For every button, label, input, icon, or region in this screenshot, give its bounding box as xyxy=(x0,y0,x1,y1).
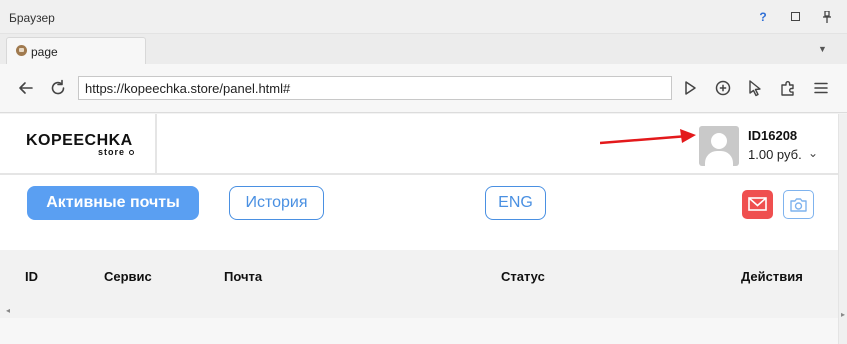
table-row xyxy=(0,318,838,344)
arrow-left-icon xyxy=(19,82,33,94)
help-button[interactable]: ? xyxy=(754,8,772,26)
menu-button[interactable] xyxy=(811,78,831,98)
table-header xyxy=(0,250,838,318)
cursor-icon xyxy=(749,80,761,97)
extensions-button[interactable] xyxy=(778,78,798,98)
add-circle-icon xyxy=(715,80,731,96)
pin-icon xyxy=(823,10,831,23)
camera-icon xyxy=(790,198,807,212)
column-header-id: ID xyxy=(25,269,38,284)
back-button[interactable] xyxy=(16,78,36,98)
balance-dropdown[interactable]: 1.00 руб. xyxy=(748,147,802,162)
nav-toolbar xyxy=(0,64,847,113)
mail-button[interactable] xyxy=(742,190,773,219)
maximize-button[interactable] xyxy=(786,8,804,26)
column-header-service: Сервис xyxy=(104,269,152,284)
pin-button[interactable] xyxy=(818,8,836,26)
mail-icon xyxy=(748,197,767,211)
puzzle-icon xyxy=(781,81,794,96)
column-header-status: Статус xyxy=(501,269,545,284)
play-button[interactable] xyxy=(680,78,700,98)
tab-menu-chevron-icon[interactable]: ▼ xyxy=(818,44,827,54)
user-id: ID16208 xyxy=(748,128,798,143)
window-title: Браузер xyxy=(9,11,55,25)
avatar-head xyxy=(711,133,727,149)
web-page: KOPEECHKA store ID16208 1.00 руб. ⌄ Акти… xyxy=(0,114,838,344)
favicon-icon xyxy=(16,45,27,56)
avatar[interactable] xyxy=(699,126,739,166)
url-input[interactable] xyxy=(79,77,671,99)
site-header: KOPEECHKA store ID16208 1.00 руб. ⌄ xyxy=(0,114,838,175)
logo-mark-icon xyxy=(129,150,134,155)
avatar-body xyxy=(705,151,733,166)
active-mail-button[interactable]: Активные почты xyxy=(27,186,199,220)
reload-button[interactable] xyxy=(48,78,68,98)
hamburger-icon xyxy=(814,82,828,94)
reload-icon xyxy=(51,79,65,95)
window-titlebar: Браузер ? xyxy=(0,0,847,34)
maximize-icon xyxy=(790,12,800,21)
address-bar[interactable] xyxy=(78,76,672,100)
logo[interactable]: KOPEECHKA store xyxy=(0,114,157,175)
vertical-scrollbar[interactable]: ▸ xyxy=(838,114,847,344)
language-button[interactable]: ENG xyxy=(485,186,546,220)
camera-button[interactable] xyxy=(783,190,814,219)
cursor-button[interactable] xyxy=(745,78,765,98)
tab-label: page xyxy=(31,45,58,59)
logo-subtext: store xyxy=(98,147,126,157)
tab-page[interactable]: page xyxy=(6,37,146,64)
chevron-down-icon[interactable]: ⌄ xyxy=(808,146,818,160)
tab-strip: page xyxy=(0,34,847,64)
column-header-email: Почта xyxy=(224,269,263,284)
column-header-actions: Действия xyxy=(741,269,803,284)
add-button[interactable] xyxy=(713,78,733,98)
scroll-left-icon[interactable]: ◂ xyxy=(6,306,10,315)
red-arrow-icon xyxy=(600,129,696,145)
play-icon xyxy=(685,81,696,95)
scroll-right-icon[interactable]: ▸ xyxy=(841,310,845,319)
history-button[interactable]: История xyxy=(229,186,324,220)
